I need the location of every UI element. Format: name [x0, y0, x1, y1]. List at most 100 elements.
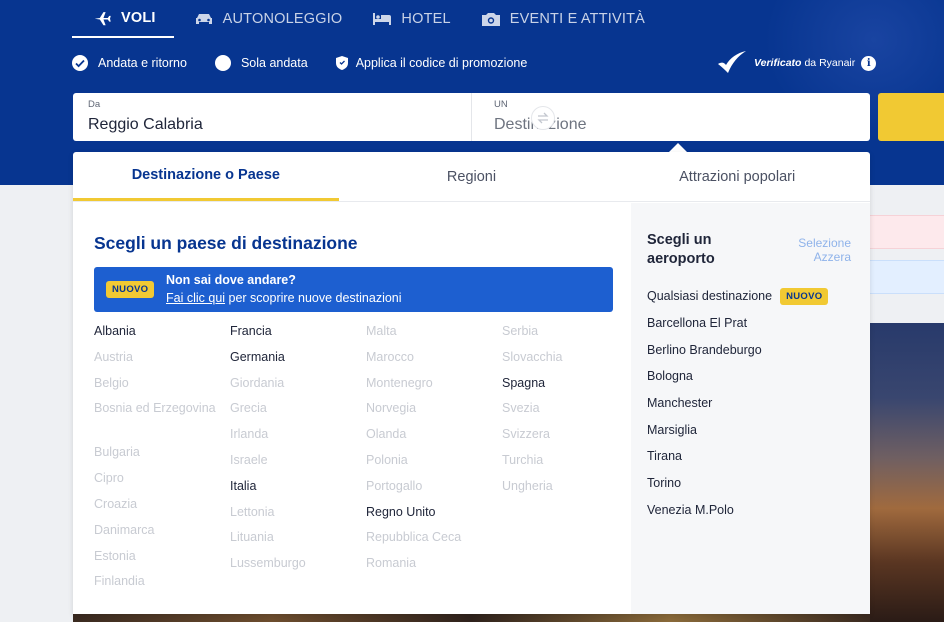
tab-destination-country[interactable]: Destinazione o Paese [73, 152, 339, 201]
country-item: Cipro [94, 471, 124, 486]
country-item: Belgio [94, 375, 129, 390]
reset-link[interactable]: Azzera [781, 250, 851, 264]
airport-item[interactable]: Bologna [647, 363, 828, 390]
airport-name: Berlino Brandeburgo [647, 342, 762, 357]
tab-flights[interactable]: VOLI [72, 0, 174, 38]
airport-name: Qualsiasi destinazione [647, 289, 773, 304]
swap-icon[interactable] [531, 106, 555, 130]
airport-panel-title: Scegli un aeroporto [647, 232, 715, 267]
round-trip-option[interactable]: Andata e ritorno [72, 55, 187, 71]
airport-list: Qualsiasi destinazione NUOVO Barcellona El… [647, 283, 829, 524]
airport-item[interactable]: Barcellona El Prat [647, 310, 828, 337]
tab-label: AUTONOLEGGIO [222, 11, 343, 27]
country-item: Lettonia [230, 504, 275, 519]
verified-check-icon [718, 51, 746, 73]
one-way-option[interactable]: Sola andata [214, 55, 308, 71]
country-item: Olanda [366, 427, 407, 442]
dropdown-tabs: Destinazione o Paese Regioni Attrazioni … [73, 152, 870, 202]
verified-badge: Verificato da Ryanair i [716, 50, 877, 76]
country-item: Lituania [230, 530, 274, 545]
search-bar: Da Reggio Calabria UN Destinazione [73, 93, 870, 141]
country-panel: Scegli un paese di destinazione NUOVO No… [73, 203, 631, 614]
destination-photo-strip [73, 614, 870, 622]
check-icon [72, 55, 88, 71]
product-tabs: VOLI AUTONOLEGGIO HOTEL EVENTI E ATTIVIT… [72, 0, 655, 38]
tab-label: EVENTI E ATTIVITÀ [509, 11, 646, 27]
round-trip-label: Andata e ritorno [98, 56, 187, 70]
promo-code-label: Applica il codice di promozione [355, 56, 528, 70]
destination-photo [862, 323, 944, 622]
destination-dropdown: Destinazione o Paese Regioni Attrazioni … [73, 152, 870, 614]
country-item: Svizzera [502, 427, 550, 442]
side-card-blue [862, 260, 944, 294]
country-item: Polonia [366, 452, 408, 467]
airport-item[interactable]: Marsiglia [647, 416, 828, 443]
country-item[interactable]: Germania [230, 348, 366, 374]
camera-icon [481, 11, 501, 27]
country-item: Lussemburgo [230, 556, 306, 571]
country-item[interactable]: Spagna [502, 374, 638, 400]
select-all-link[interactable]: Selezione [781, 236, 851, 250]
airport-name: Bologna [647, 369, 693, 384]
info-icon[interactable]: i [861, 55, 877, 71]
airport-panel: Scegli un aeroporto Selezione Azzera Qua… [631, 203, 870, 614]
tab-hotel[interactable]: HOTEL [352, 0, 460, 38]
tab-car-rental[interactable]: AUTONOLEGGIO [174, 0, 353, 38]
one-way-label: Sola andata [240, 56, 308, 70]
country-item: Serbia [502, 324, 539, 338]
country-column: Albania Austria Belgio Bosnia ed Erzegovina… [94, 322, 230, 598]
country-item[interactable]: Regno Unito [366, 503, 502, 529]
airport-actions: Selezione Azzera [781, 236, 851, 264]
country-item: Repubblica Ceca [366, 530, 462, 545]
country-item: Romania [366, 556, 417, 571]
country-item[interactable]: Italia [230, 477, 366, 503]
airport-item[interactable]: Qualsiasi destinazione NUOVO [647, 283, 829, 310]
new-badge: NUOVO [106, 281, 155, 298]
country-item: Portogallo [366, 478, 423, 493]
country-panel-title: Scegli un paese di destinazione [94, 233, 358, 253]
search-button[interactable] [878, 93, 944, 141]
origin-label: Da [88, 99, 101, 110]
tab-label: HOTEL [401, 11, 451, 27]
discover-banner[interactable]: NUOVO Non sai dove andare? Fai clic qui … [94, 267, 613, 312]
plane-icon [92, 10, 112, 26]
airport-name: Venezia M.Polo [647, 502, 734, 517]
country-item[interactable]: Francia [230, 322, 366, 348]
trip-options: Andata e ritorno Sola andata Applica il … [72, 52, 555, 74]
airport-name: Torino [647, 476, 682, 491]
origin-field[interactable]: Da Reggio Calabria [73, 93, 472, 141]
country-column: Serbia Slovacchia Spagna Svezia Svizzera Turc… [502, 322, 638, 503]
country-item: Bosnia ed Erzegovina [94, 401, 216, 416]
shield-icon [335, 56, 348, 70]
country-item: Irlanda [230, 427, 269, 442]
country-item: Slovacchia [502, 349, 563, 364]
airport-item[interactable]: Manchester [647, 390, 828, 417]
country-item: Danimarca [94, 522, 155, 537]
promo-code-link[interactable]: Applica il codice di promozione [335, 56, 528, 70]
discover-link[interactable]: Fai clic qui [166, 291, 225, 305]
tab-popular-attractions[interactable]: Attrazioni popolari [604, 152, 870, 201]
airport-item[interactable]: Venezia M.Polo [647, 497, 828, 524]
airport-item[interactable]: Tirana [647, 443, 828, 470]
country-item: Malta [366, 324, 397, 338]
verified-text: da Ryanair [804, 57, 856, 69]
tab-regions[interactable]: Regioni [339, 152, 605, 201]
country-item: Svezia [502, 401, 540, 416]
airport-item[interactable]: Berlino Brandeburgo [647, 336, 828, 363]
tab-label: VOLI [121, 10, 156, 26]
new-badge: NUOVO [780, 287, 829, 305]
country-item: Croazia [94, 496, 138, 511]
verified-bold-text: Verificato [754, 57, 802, 69]
country-item: Norvegia [366, 401, 417, 416]
country-item: Grecia [230, 401, 267, 416]
country-column: Francia Germania Giordania Grecia Irlanda Isr… [230, 322, 366, 580]
country-item: Giordania [230, 375, 285, 390]
country-item: Bulgaria [94, 445, 140, 460]
origin-value[interactable]: Reggio Calabria [88, 116, 456, 134]
country-item[interactable]: Albania [94, 322, 230, 348]
tab-events[interactable]: EVENTI E ATTIVITÀ [461, 0, 655, 38]
discover-text: Fai clic qui per scoprire nuove destinaz… [166, 291, 402, 305]
airport-item[interactable]: Torino [647, 470, 828, 497]
country-item: Austria [94, 349, 133, 364]
country-item: Marocco [366, 349, 414, 364]
